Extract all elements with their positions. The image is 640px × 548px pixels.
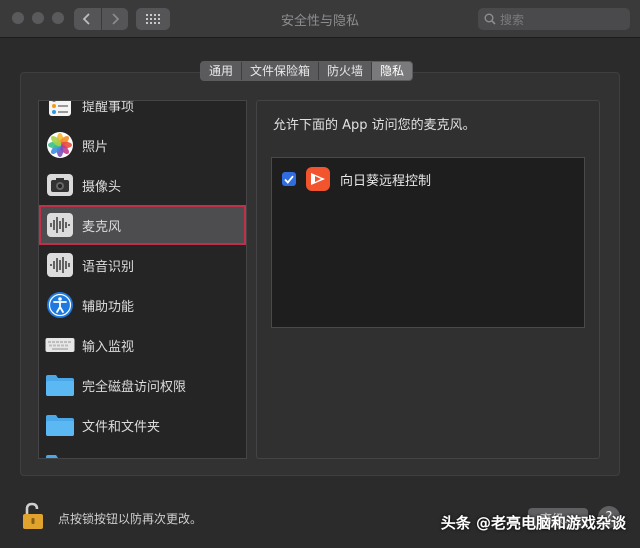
- tab-bar: 通用 文件保险箱 防火墙 隐私: [200, 61, 414, 81]
- app-name: 向日葵远程控制: [340, 173, 432, 189]
- sidebar-item-label: 语音识别: [82, 259, 135, 275]
- reminders-icon: [45, 101, 75, 120]
- sidebar-item-accessibility[interactable]: 辅助功能: [39, 285, 246, 325]
- folder-icon: [45, 370, 75, 400]
- sidebar-item-label: 完全磁盘访问权限: [82, 379, 187, 395]
- watermark: 头条 @老亮电脑和游戏杂谈: [440, 514, 626, 532]
- sidebar-item-input-monitoring[interactable]: 输入监视: [39, 325, 246, 365]
- sidebar-item-label: 辅助功能: [82, 299, 135, 315]
- sidebar-item-camera[interactable]: 摄像头: [39, 165, 246, 205]
- lock-hint-text: 点按锁按钮以防再次更改。: [58, 511, 203, 526]
- accessibility-icon: [45, 290, 75, 320]
- sidebar-item-microphone[interactable]: 麦克风: [39, 205, 246, 245]
- sidebar-item-label: 提醒事项: [82, 100, 135, 115]
- sidebar-item-label: 文件和文件夹: [82, 419, 161, 435]
- sidebar-item-label: 照片: [82, 139, 109, 155]
- sidebar-item-reminders[interactable]: 提醒事项: [39, 100, 246, 125]
- panel-caption: 允许下面的 App 访问您的麦克风。: [273, 118, 476, 133]
- photos-icon: [45, 130, 75, 160]
- sidebar-item-partial[interactable]: [39, 445, 246, 458]
- microphone-icon: [45, 210, 75, 240]
- tab-general[interactable]: 通用: [201, 62, 241, 80]
- folder-icon: [45, 410, 75, 440]
- tab-filevault[interactable]: 文件保险箱: [241, 62, 318, 80]
- sidebar-item-speech-recognition[interactable]: 语音识别: [39, 245, 246, 285]
- app-checkbox[interactable]: [282, 172, 296, 186]
- camera-icon: [45, 170, 75, 200]
- search-placeholder: 搜索: [500, 12, 525, 27]
- sidebar-item-label: 输入监视: [82, 339, 135, 355]
- keyboard-icon: [45, 330, 75, 360]
- checkmark-icon: [284, 175, 294, 184]
- sunlogin-icon: [306, 167, 330, 191]
- app-list[interactable]: 向日葵远程控制: [271, 157, 585, 328]
- tab-privacy[interactable]: 隐私: [371, 62, 413, 80]
- privacy-category-list[interactable]: 提醒事项 照片 摄像头 麦克风 语音识别 辅助功能 输入监视 完全磁盘访问权限 …: [38, 100, 247, 459]
- list-item[interactable]: 向日葵远程控制: [282, 166, 431, 192]
- sidebar-item-files-and-folders[interactable]: 文件和文件夹: [39, 405, 246, 445]
- lock-open-icon: [23, 502, 43, 529]
- lock-area: 点按锁按钮以防再次更改。: [22, 502, 202, 534]
- title-bar: 安全性与隐私 搜索: [0, 0, 640, 38]
- privacy-detail-panel: 允许下面的 App 访问您的麦克风。 向日葵远程控制: [256, 100, 600, 459]
- search-field[interactable]: 搜索: [478, 8, 630, 30]
- search-icon: [484, 13, 496, 25]
- sidebar-item-photos[interactable]: 照片: [39, 125, 246, 165]
- sidebar-item-label: 麦克风: [82, 219, 122, 235]
- tab-firewall[interactable]: 防火墙: [318, 62, 371, 80]
- folder-icon: [45, 450, 75, 458]
- speech-recognition-icon: [45, 250, 75, 280]
- sidebar-item-full-disk-access[interactable]: 完全磁盘访问权限: [39, 365, 246, 405]
- sidebar-item-label: 摄像头: [82, 179, 122, 195]
- lock-button[interactable]: [22, 502, 44, 534]
